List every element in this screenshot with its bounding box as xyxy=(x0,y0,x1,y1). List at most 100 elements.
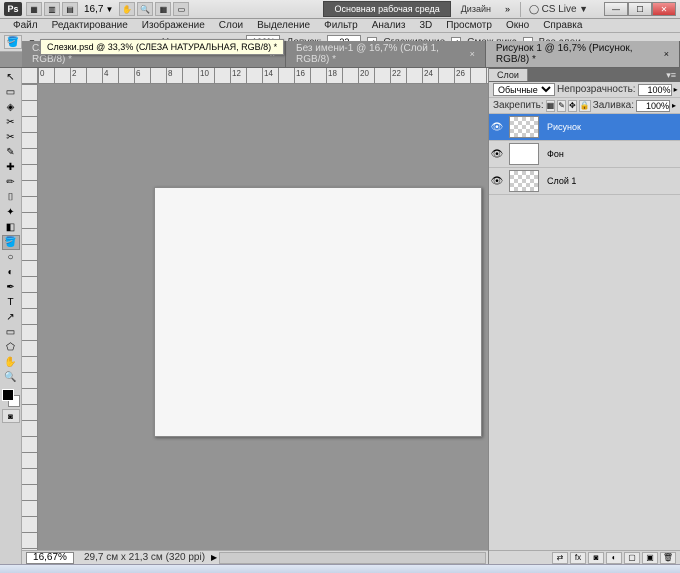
lock-transparency-icon[interactable]: ▦ xyxy=(546,100,556,112)
layer-item[interactable]: 👁 Рисунок xyxy=(489,114,680,141)
minibridge-icon[interactable]: ▥ xyxy=(44,2,60,16)
current-tool-icon[interactable]: 🪣 xyxy=(4,35,22,49)
adjustment-layer-icon[interactable]: ◐ xyxy=(606,552,622,564)
layer-thumbnail[interactable] xyxy=(509,143,539,165)
status-dropdown-icon[interactable]: ▶ xyxy=(211,553,217,562)
crop-tool[interactable]: ✂ xyxy=(2,130,20,145)
new-layer-icon[interactable]: ▣ xyxy=(642,552,658,564)
color-swatches[interactable] xyxy=(2,389,20,407)
move-tool[interactable]: ↖ xyxy=(2,70,20,85)
close-icon[interactable]: × xyxy=(664,49,669,59)
canvas-region[interactable] xyxy=(38,84,488,550)
screen-mode-icon[interactable]: ▭ xyxy=(173,2,189,16)
stamp-tool[interactable]: ⌷ xyxy=(2,190,20,205)
visibility-toggle-icon[interactable]: 👁 xyxy=(489,122,505,133)
arrange-icon[interactable]: ▦ xyxy=(155,2,171,16)
menu-image[interactable]: Изображение xyxy=(135,20,212,31)
menu-help[interactable]: Справка xyxy=(536,20,589,31)
history-brush-tool[interactable]: ✦ xyxy=(2,205,20,220)
minimize-button[interactable]: — xyxy=(604,2,628,16)
blend-mode-select[interactable]: Обычные xyxy=(493,83,555,96)
menu-3d[interactable]: 3D xyxy=(412,20,439,31)
titlebar-zoom[interactable]: 16,7 xyxy=(84,4,103,15)
close-icon[interactable]: × xyxy=(470,49,475,59)
menu-layers[interactable]: Слои xyxy=(212,20,250,31)
cslive-button[interactable]: ◯ CS Live ▼ xyxy=(520,2,596,17)
layer-name[interactable]: Фон xyxy=(543,149,680,159)
document-dimensions: 29,7 см x 21,3 см (320 ppi) xyxy=(78,552,211,563)
lasso-tool[interactable]: ◈ xyxy=(2,100,20,115)
hand-tool-icon[interactable]: ✋ xyxy=(119,2,135,16)
horizontal-scrollbar[interactable] xyxy=(219,552,486,564)
lock-position-icon[interactable]: ✥ xyxy=(568,100,577,112)
layer-thumbnail[interactable] xyxy=(509,170,539,192)
zoom-dropdown-icon[interactable]: ▼ xyxy=(105,5,113,14)
menu-analysis[interactable]: Анализ xyxy=(365,20,413,31)
eraser-tool[interactable]: ◧ xyxy=(2,220,20,235)
layer-item[interactable]: 👁 Слой 1 xyxy=(489,168,680,195)
lock-all-icon[interactable]: 🔒 xyxy=(579,100,591,112)
visibility-toggle-icon[interactable]: 👁 xyxy=(489,149,505,160)
hand-tool[interactable]: ✋ xyxy=(2,355,20,370)
layer-mask-icon[interactable]: ◙ xyxy=(588,552,604,564)
menu-edit[interactable]: Редактирование xyxy=(45,20,135,31)
workspace-main-button[interactable]: Основная рабочая среда xyxy=(323,1,450,17)
eyedropper-tool[interactable]: ✎ xyxy=(2,145,20,160)
type-tool[interactable]: T xyxy=(2,295,20,310)
layer-name[interactable]: Рисунок xyxy=(543,122,680,132)
shape-tool[interactable]: ▭ xyxy=(2,325,20,340)
3d-tool[interactable]: ⬠ xyxy=(2,340,20,355)
lock-label: Закрепить: xyxy=(493,100,544,111)
panel-menu-icon[interactable]: ▾≡ xyxy=(662,70,680,81)
document-canvas[interactable] xyxy=(154,187,482,437)
menu-view[interactable]: Просмотр xyxy=(439,20,499,31)
pen-tool[interactable]: ✒ xyxy=(2,280,20,295)
doc-tab-3[interactable]: Рисунок 1 @ 16,7% (Рисунок, RGB/8) *× xyxy=(486,41,680,67)
os-taskbar[interactable] xyxy=(0,564,680,573)
quick-mask-toggle[interactable]: ◙ xyxy=(2,409,20,423)
close-button[interactable]: ✕ xyxy=(652,2,676,16)
layer-list: 👁 Рисунок 👁 Фон 👁 Слой 1 xyxy=(489,114,680,550)
blur-tool[interactable]: ○ xyxy=(2,250,20,265)
layers-panel-tabbar: Слои ▾≡ xyxy=(489,68,680,82)
layers-tab[interactable]: Слои xyxy=(489,69,528,81)
ruler-origin[interactable] xyxy=(22,68,38,84)
opacity-dropdown-icon[interactable]: ▸ xyxy=(674,85,678,94)
menu-filter[interactable]: Фильтр xyxy=(317,20,365,31)
foreground-color[interactable] xyxy=(2,389,14,401)
brush-tool[interactable]: ✏ xyxy=(2,175,20,190)
menu-window[interactable]: Окно xyxy=(499,20,536,31)
layer-opacity-input[interactable] xyxy=(638,84,672,96)
workspace-design-button[interactable]: Дизайн xyxy=(453,2,499,16)
layer-name[interactable]: Слой 1 xyxy=(543,176,680,186)
fill-dropdown-icon[interactable]: ▸ xyxy=(672,101,676,110)
layer-style-icon[interactable]: fx xyxy=(570,552,586,564)
zoom-tool-icon[interactable]: 🔍 xyxy=(137,2,153,16)
zoom-level-input[interactable] xyxy=(26,552,74,564)
fill-input[interactable] xyxy=(636,100,670,112)
bridge-icon[interactable]: ▦ xyxy=(26,2,42,16)
dodge-tool[interactable]: ◐ xyxy=(2,265,20,280)
delete-layer-icon[interactable]: 🗑 xyxy=(660,552,676,564)
menu-bar: Файл Редактирование Изображение Слои Выд… xyxy=(0,19,680,33)
doc-tab-2[interactable]: Без имени-1 @ 16,7% (Слой 1, RGB/8) *× xyxy=(286,41,486,67)
ruler-horizontal[interactable]: 0246810121416182022242628 xyxy=(38,68,488,84)
marquee-tool[interactable]: ▭ xyxy=(2,85,20,100)
zoom-tool[interactable]: 🔍 xyxy=(2,370,20,385)
bucket-tool[interactable]: 🪣 xyxy=(2,235,20,250)
layer-item[interactable]: 👁 Фон xyxy=(489,141,680,168)
maximize-button[interactable]: ☐ xyxy=(628,2,652,16)
path-select-tool[interactable]: ↗ xyxy=(2,310,20,325)
healing-tool[interactable]: ✚ xyxy=(2,160,20,175)
ruler-vertical[interactable] xyxy=(22,84,38,550)
visibility-toggle-icon[interactable]: 👁 xyxy=(489,176,505,187)
quick-select-tool[interactable]: ✂ xyxy=(2,115,20,130)
layer-group-icon[interactable]: ▢ xyxy=(624,552,640,564)
layer-thumbnail[interactable] xyxy=(509,116,539,138)
menu-select[interactable]: Выделение xyxy=(250,20,317,31)
extras-icon[interactable]: ▤ xyxy=(62,2,78,16)
link-layers-icon[interactable]: ⇄ xyxy=(552,552,568,564)
workspace-more-icon[interactable]: » xyxy=(501,4,514,14)
lock-pixels-icon[interactable]: ✎ xyxy=(557,100,566,112)
menu-file[interactable]: Файл xyxy=(6,20,45,31)
